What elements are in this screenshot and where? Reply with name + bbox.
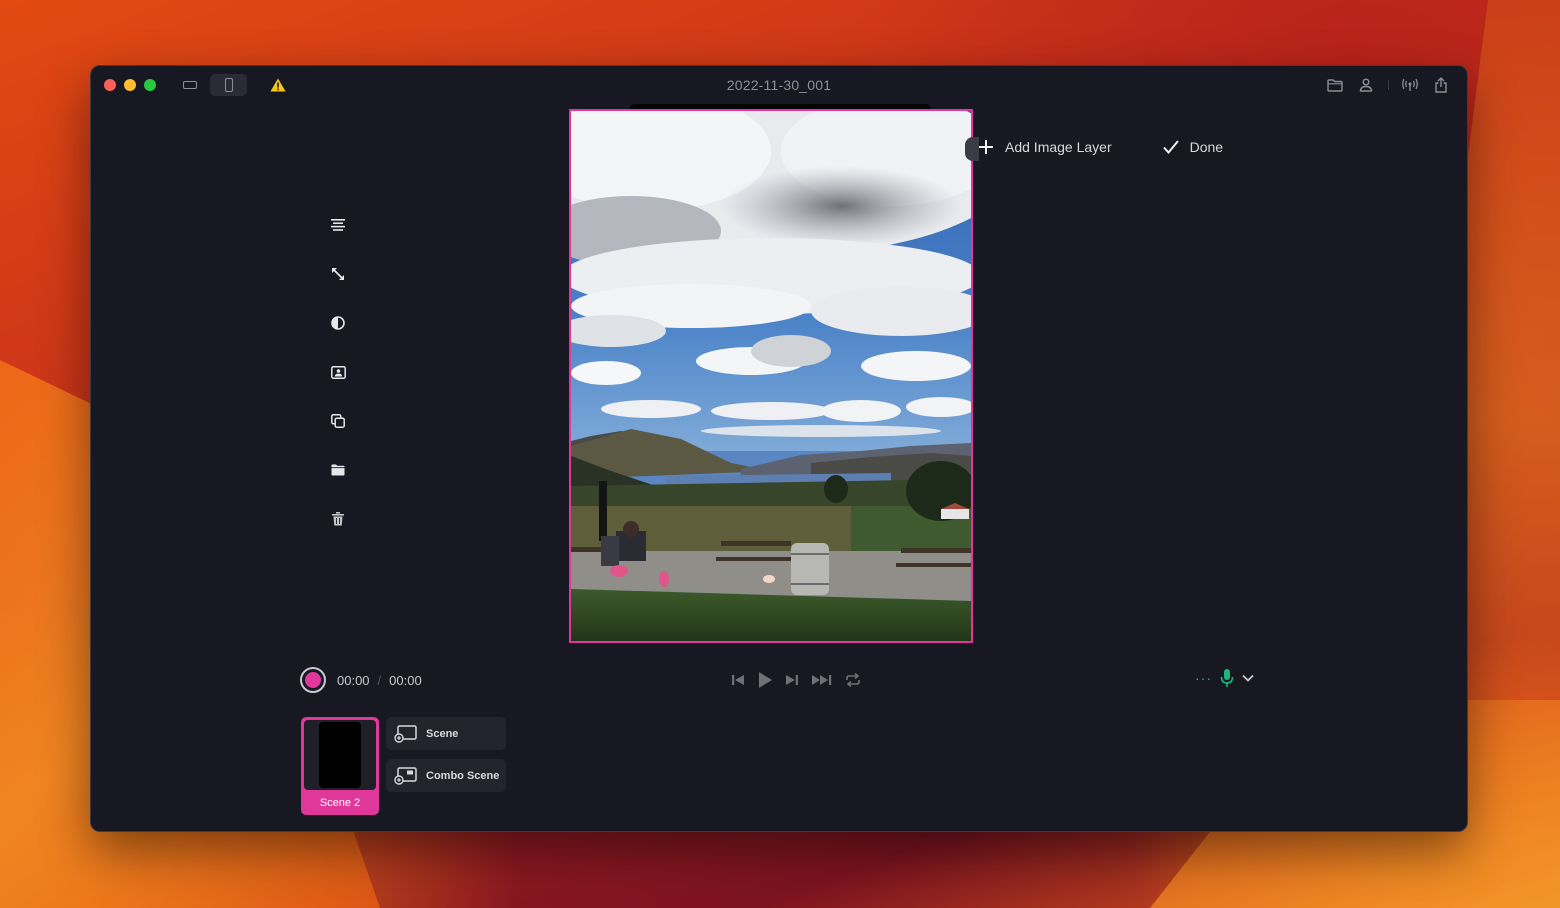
resize-button[interactable] — [327, 263, 349, 285]
loop-button[interactable] — [845, 668, 861, 692]
duplicate-icon — [331, 414, 345, 428]
chevron-down-icon — [1242, 674, 1254, 682]
skip-to-end-button[interactable] — [811, 668, 833, 692]
skip-back-icon — [732, 675, 744, 685]
person-icon — [1359, 78, 1373, 92]
record-button[interactable] — [300, 667, 326, 693]
resize-icon — [332, 268, 344, 280]
open-folder-button[interactable] — [1323, 75, 1347, 95]
folder-icon — [1327, 78, 1343, 92]
skip-back-button[interactable] — [731, 668, 745, 692]
add-scene-label: Scene — [426, 727, 459, 740]
fast-forward-icon — [812, 675, 832, 685]
separator — [1388, 80, 1389, 90]
delete-button[interactable] — [327, 508, 349, 530]
folder-icon — [331, 464, 345, 476]
transport-controls — [731, 668, 873, 692]
done-button[interactable]: Done — [1162, 138, 1223, 156]
app-window: 2022-11-30_001 Add Image Layer Done 00:0… — [90, 65, 1468, 832]
broadcast-icon — [1402, 78, 1418, 91]
move-to-folder-button[interactable] — [327, 459, 349, 481]
frame-button[interactable] — [327, 361, 349, 383]
landscape-photo — [571, 111, 971, 641]
add-image-layer-label: Add Image Layer — [1005, 139, 1112, 155]
recording-controls: 00:00 / 00:00 — [300, 667, 422, 693]
trash-icon — [332, 512, 344, 526]
microphone-controls: ··· — [1195, 668, 1254, 688]
portrait-frame-icon — [330, 365, 346, 379]
window-title: 2022-11-30_001 — [726, 77, 832, 93]
play-icon — [759, 672, 772, 688]
more-options-button[interactable]: ··· — [1195, 671, 1212, 685]
title-bar: 2022-11-30_001 — [91, 66, 1467, 104]
account-button[interactable] — [1354, 75, 1378, 95]
adjust-contrast-button[interactable] — [327, 312, 349, 334]
microphone-icon — [1220, 669, 1234, 687]
scene-preview — [304, 720, 376, 790]
scene-thumbnail[interactable]: Scene 2 — [301, 717, 379, 815]
scene-label: Scene 2 — [319, 797, 361, 809]
play-button[interactable] — [757, 668, 773, 692]
loop-icon — [846, 673, 860, 687]
contrast-icon — [331, 316, 345, 330]
current-time: 00:00 — [337, 672, 370, 688]
step-forward-button[interactable] — [785, 668, 799, 692]
add-combo-scene-button[interactable]: Combo Scene — [386, 759, 506, 792]
duplicate-button[interactable] — [327, 410, 349, 432]
canvas-image-layer[interactable] — [569, 109, 973, 643]
add-combo-scene-label: Combo Scene — [426, 769, 500, 782]
share-icon — [1435, 77, 1447, 93]
microphone-dropdown-button[interactable] — [1242, 674, 1254, 682]
total-time: 00:00 — [389, 672, 422, 688]
microphone-button[interactable] — [1220, 668, 1234, 688]
plus-icon — [977, 138, 995, 156]
step-forward-icon — [786, 675, 798, 685]
time-separator: / — [377, 672, 382, 688]
done-label: Done — [1189, 139, 1224, 155]
add-scene-icon — [394, 724, 418, 743]
align-center-icon — [331, 219, 345, 231]
broadcast-button[interactable] — [1398, 75, 1422, 95]
layer-tools — [327, 214, 349, 557]
canvas-actions: Add Image Layer Done — [977, 138, 1223, 156]
checkmark-icon — [1162, 138, 1180, 156]
add-image-layer-button[interactable]: Add Image Layer — [977, 138, 1112, 156]
align-button[interactable] — [327, 214, 349, 236]
add-combo-scene-icon — [394, 766, 418, 785]
add-scene-button[interactable]: Scene — [386, 717, 506, 750]
record-icon — [305, 672, 321, 688]
share-button[interactable] — [1429, 75, 1453, 95]
